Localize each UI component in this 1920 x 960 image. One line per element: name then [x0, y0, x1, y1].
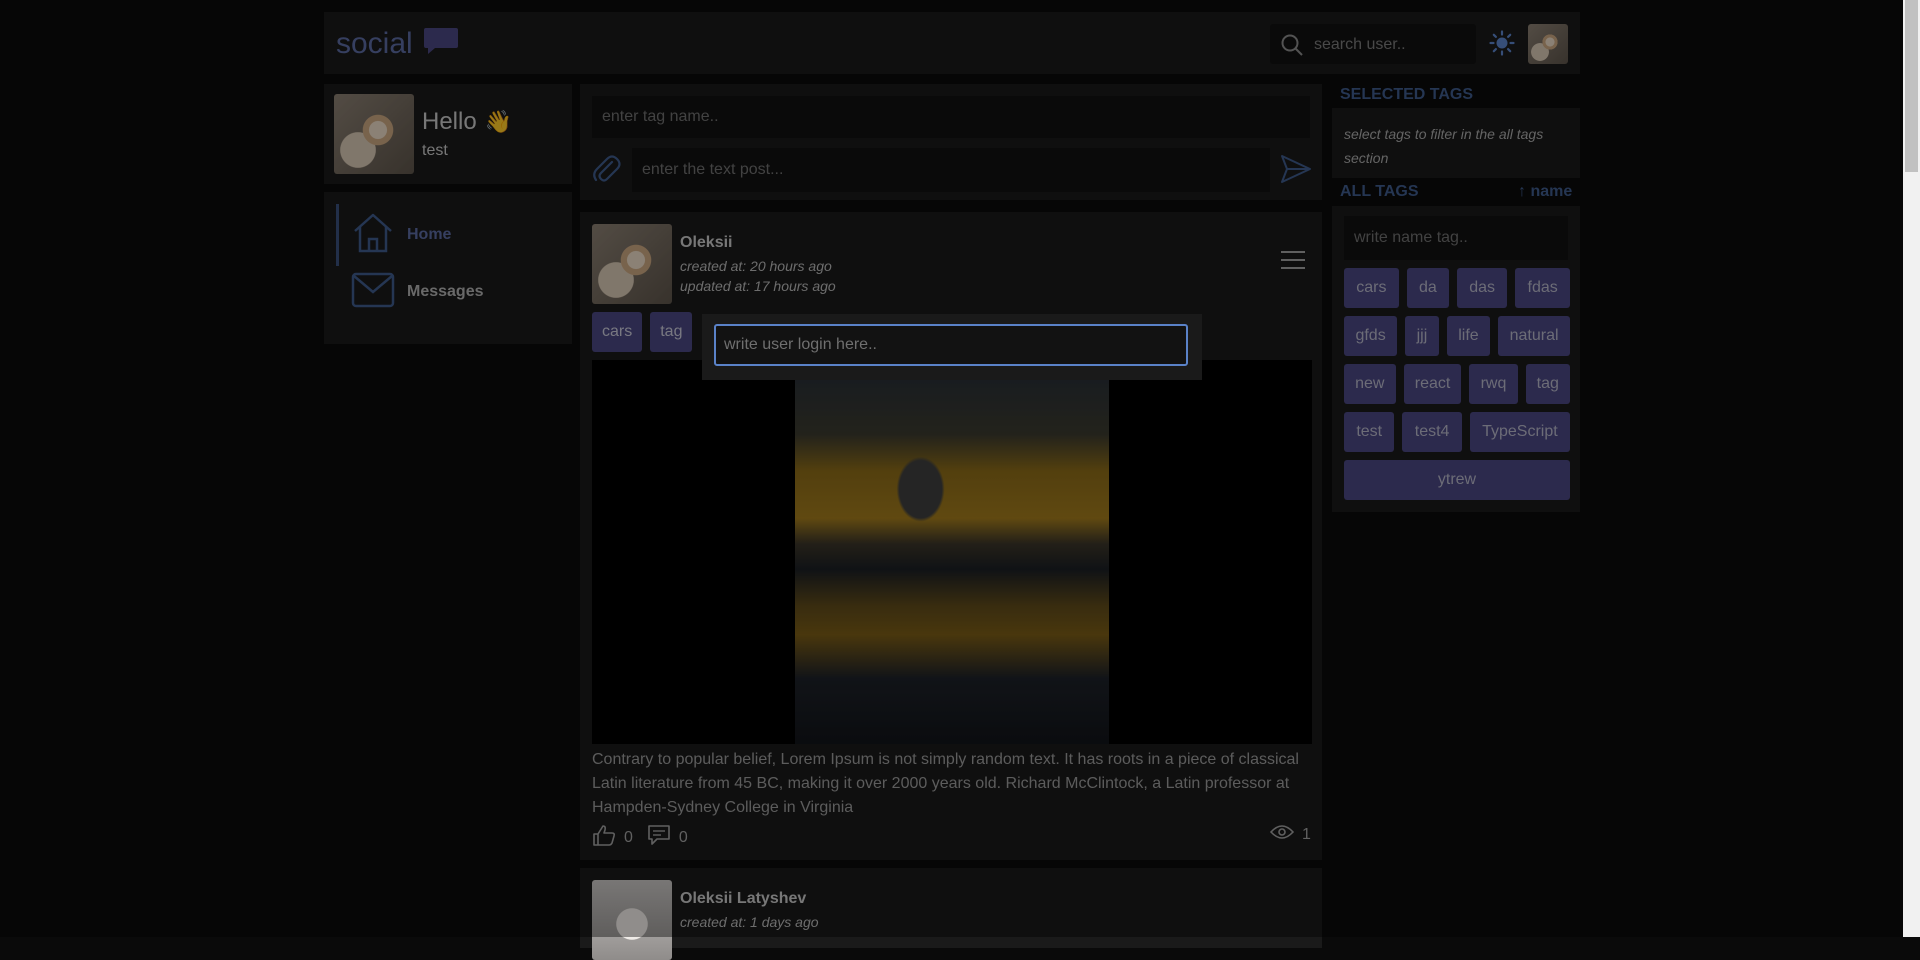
user-login-input[interactable]	[714, 324, 1188, 366]
modal-overlay[interactable]	[0, 0, 1903, 937]
app-page: social search user.. Hello 👋 test Home M…	[0, 0, 1903, 960]
scrollbar-thumb[interactable]	[1905, 0, 1918, 172]
scrollbar[interactable]	[1903, 0, 1920, 937]
user-login-popup	[702, 314, 1202, 380]
